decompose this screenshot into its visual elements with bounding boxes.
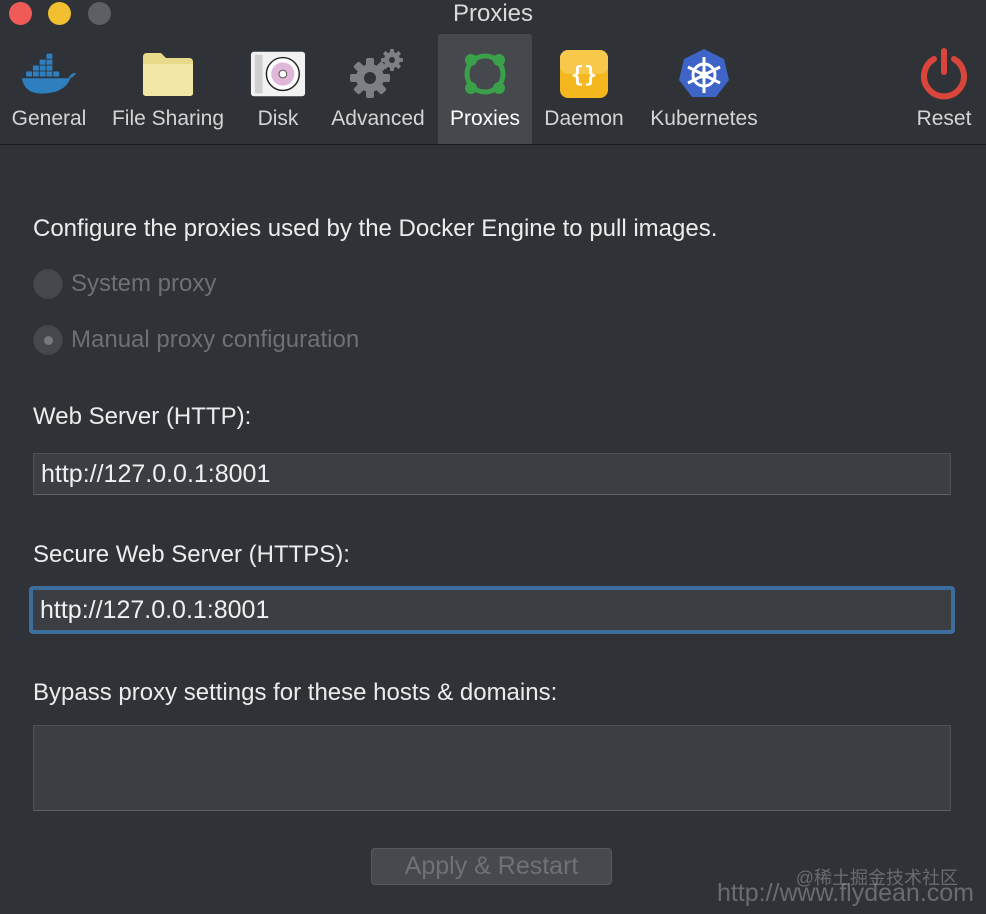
power-icon	[916, 46, 972, 102]
docker-whale-icon	[21, 46, 77, 102]
tab-kubernetes-label: Kubernetes	[650, 107, 758, 130]
https-proxy-label: Secure Web Server (HTTPS):	[33, 541, 350, 568]
kubernetes-icon	[676, 46, 732, 102]
window-title: Proxies	[452, 0, 534, 27]
tab-general-label: General	[11, 107, 87, 130]
tab-disk-label: Disk	[257, 107, 299, 130]
system-proxy-option[interactable]: System proxy	[33, 269, 216, 299]
manual-proxy-radio[interactable]	[33, 325, 63, 355]
proxies-panel: Configure the proxies used by the Docker…	[0, 145, 986, 914]
bypass-hosts-textarea[interactable]	[33, 725, 951, 811]
gear-icon	[350, 46, 406, 102]
http-proxy-label: Web Server (HTTP):	[33, 403, 252, 430]
bypass-proxy-label: Bypass proxy settings for these hosts & …	[33, 679, 558, 706]
tab-proxies-label: Proxies	[449, 107, 521, 130]
disk-icon	[250, 46, 306, 102]
https-proxy-input[interactable]	[29, 586, 955, 634]
svg-text:{}: {}	[571, 63, 598, 88]
watermark-url: http://www.flydean.com	[716, 879, 974, 907]
title-bar: Proxies	[0, 0, 986, 30]
tab-reset[interactable]: Reset	[906, 34, 982, 144]
tab-disk[interactable]: Disk	[240, 34, 316, 144]
proxies-icon	[457, 46, 513, 102]
system-proxy-label: System proxy	[71, 270, 217, 297]
http-proxy-input[interactable]	[33, 453, 951, 495]
tab-general[interactable]: General	[4, 34, 94, 144]
manual-proxy-option[interactable]: Manual proxy configuration	[33, 325, 359, 355]
tab-file-sharing[interactable]: File Sharing	[104, 34, 232, 144]
preferences-toolbar: General File Sharing Disk Advanced Proxi…	[0, 34, 986, 145]
tab-advanced[interactable]: Advanced	[324, 34, 432, 144]
tab-file-sharing-label: File Sharing	[111, 107, 225, 130]
proxies-description: Configure the proxies used by the Docker…	[33, 215, 718, 242]
tab-reset-label: Reset	[916, 107, 972, 130]
system-proxy-radio[interactable]	[33, 269, 63, 299]
radio-selected-dot	[43, 335, 53, 345]
tab-advanced-label: Advanced	[331, 107, 425, 130]
daemon-braces-icon: {}	[556, 46, 612, 102]
apply-restart-button[interactable]: Apply & Restart	[371, 848, 612, 885]
tab-kubernetes[interactable]: Kubernetes	[640, 34, 768, 144]
tab-daemon-label: Daemon	[544, 107, 624, 130]
folder-icon	[140, 46, 196, 102]
tab-daemon[interactable]: {} Daemon	[538, 34, 630, 144]
tab-proxies[interactable]: Proxies	[438, 34, 532, 144]
manual-proxy-label: Manual proxy configuration	[71, 326, 360, 353]
